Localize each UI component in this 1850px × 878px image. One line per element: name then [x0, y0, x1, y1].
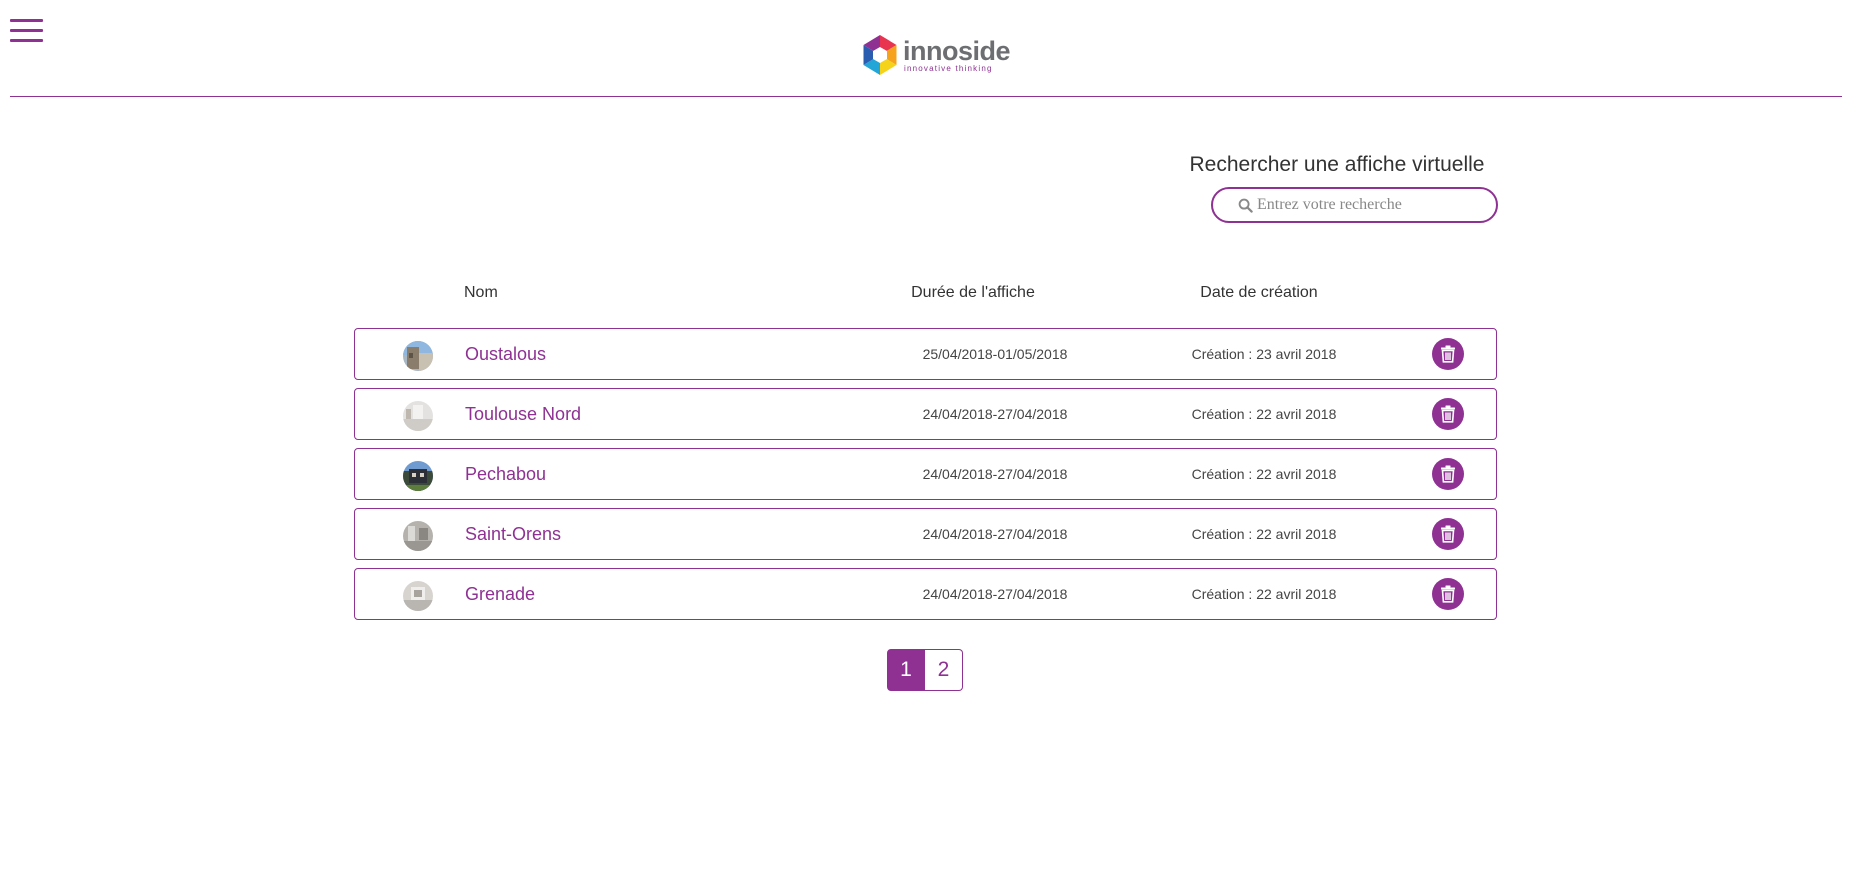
poster-creation-date: Création : 22 avril 2018	[1191, 586, 1337, 602]
hamburger-menu-icon[interactable]	[10, 19, 43, 43]
poster-creation-date: Création : 23 avril 2018	[1191, 346, 1337, 362]
delete-button[interactable]	[1432, 518, 1464, 550]
poster-name[interactable]: Oustalous	[465, 344, 546, 365]
trash-icon	[1441, 525, 1455, 543]
poster-creation-date: Création : 22 avril 2018	[1191, 406, 1337, 422]
poster-creation-date: Création : 22 avril 2018	[1191, 526, 1337, 542]
poster-duration: 24/04/2018-27/04/2018	[922, 466, 1068, 482]
delete-button[interactable]	[1432, 578, 1464, 610]
poster-creation-date: Création : 22 avril 2018	[1191, 466, 1337, 482]
poster-duration: 24/04/2018-27/04/2018	[922, 586, 1068, 602]
poster-thumbnail	[403, 581, 433, 611]
poster-name[interactable]: Toulouse Nord	[465, 404, 581, 425]
poster-list: Oustalous 25/04/2018-01/05/2018 Création…	[354, 328, 1497, 628]
search-title: Rechercher une affiche virtuelle	[1189, 153, 1485, 176]
trash-icon	[1441, 405, 1455, 423]
brand-name: innoside	[903, 35, 1011, 66]
poster-thumbnail	[403, 341, 433, 371]
pagination: 1 2	[887, 649, 963, 691]
search-icon	[1238, 198, 1253, 213]
poster-thumbnail	[403, 461, 433, 491]
poster-thumbnail	[403, 521, 433, 551]
poster-duration: 24/04/2018-27/04/2018	[922, 406, 1068, 422]
delete-button[interactable]	[1432, 338, 1464, 370]
poster-name[interactable]: Pechabou	[465, 464, 546, 485]
page-button-2[interactable]: 2	[925, 649, 963, 691]
column-header-duree: Durée de l'affiche	[911, 284, 1035, 301]
column-header-date-creation: Date de création	[1200, 284, 1318, 301]
column-header-nom: Nom	[464, 284, 498, 301]
trash-icon	[1441, 585, 1455, 603]
delete-button[interactable]	[1432, 458, 1464, 490]
header-divider	[10, 96, 1842, 97]
trash-icon	[1441, 345, 1455, 363]
list-item[interactable]: Saint-Orens 24/04/2018-27/04/2018 Créati…	[354, 508, 1497, 560]
poster-name[interactable]: Saint-Orens	[465, 524, 561, 545]
delete-button[interactable]	[1432, 398, 1464, 430]
page-button-1[interactable]: 1	[887, 649, 925, 691]
list-item[interactable]: Oustalous 25/04/2018-01/05/2018 Création…	[354, 328, 1497, 380]
trash-icon	[1441, 465, 1455, 483]
poster-duration: 24/04/2018-27/04/2018	[922, 526, 1068, 542]
brand-logo[interactable]: innoside innovative thinking	[860, 33, 1011, 77]
brand-tagline: innovative thinking	[904, 63, 993, 73]
poster-thumbnail	[403, 401, 433, 431]
list-item[interactable]: Pechabou 24/04/2018-27/04/2018 Création …	[354, 448, 1497, 500]
hexagon-logo-icon	[863, 35, 897, 75]
search-input[interactable]	[1257, 191, 1496, 219]
poster-duration: 25/04/2018-01/05/2018	[922, 346, 1068, 362]
poster-name[interactable]: Grenade	[465, 584, 535, 605]
list-item[interactable]: Toulouse Nord 24/04/2018-27/04/2018 Créa…	[354, 388, 1497, 440]
search-box[interactable]	[1211, 187, 1498, 223]
list-item[interactable]: Grenade 24/04/2018-27/04/2018 Création :…	[354, 568, 1497, 620]
